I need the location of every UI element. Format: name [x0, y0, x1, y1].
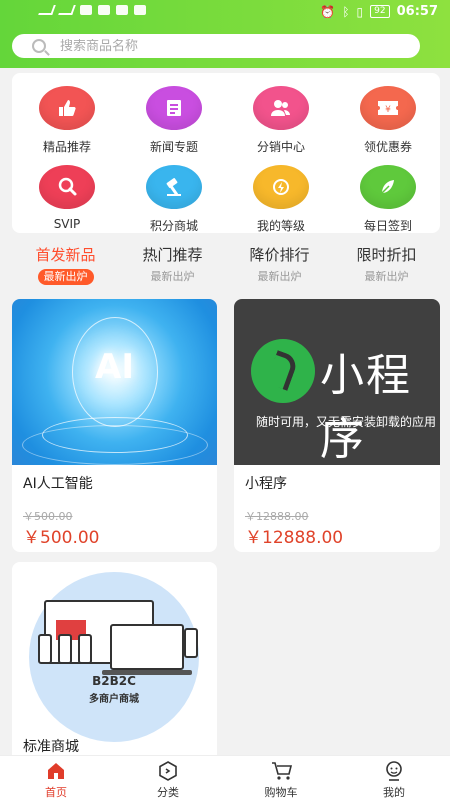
product-original-price: ￥500.00 — [23, 510, 73, 523]
tabbar-label: 首页 — [45, 786, 67, 799]
phone-graphic — [58, 634, 72, 664]
menu-label: 我的等级 — [256, 219, 305, 233]
sign-in-icon — [360, 165, 416, 209]
product-image: AI — [12, 299, 217, 465]
status-left — [38, 5, 146, 15]
tabbar-category[interactable]: 分类 — [112, 760, 224, 800]
menu-label: 领优惠券 — [363, 140, 412, 154]
image-title: 小程序 — [320, 350, 412, 465]
phone-graphic — [38, 634, 52, 664]
product-tabs: 首发新品 最新出炉 热门推荐 最新出炉 降价排行 最新出炉 限时折扣 最新出炉 — [12, 244, 440, 288]
menu-label: 精品推荐 — [42, 140, 91, 154]
tabbar-home[interactable]: 首页 — [0, 760, 112, 800]
tab-flash-discount[interactable]: 限时折扣 最新出炉 — [333, 244, 440, 285]
tabbar-label: 我的 — [383, 786, 405, 799]
category-icon — [157, 760, 179, 782]
status-right: ⏰ ᛒ ▯ 92 06:57 — [320, 4, 438, 19]
product-price: ￥12888.00 — [245, 528, 344, 548]
miniprogram-logo-icon — [251, 339, 315, 403]
menu-label: 新闻专题 — [149, 140, 198, 154]
tabbar-cart[interactable]: 购物车 — [225, 760, 337, 800]
users-icon — [253, 86, 309, 130]
image-text: AI — [95, 347, 134, 387]
menu-item-news[interactable]: 新闻专题 — [124, 86, 224, 155]
tab-subtitle: 最新出炉 — [364, 270, 409, 283]
product-original-price: ￥12888.00 — [245, 510, 309, 523]
signal-icon-2 — [58, 5, 76, 15]
tab-title: 热门推荐 — [142, 246, 203, 264]
product-price: ￥500.00 — [23, 528, 100, 548]
tabbar-profile[interactable]: 我的 — [338, 760, 450, 800]
search-input[interactable] — [60, 38, 380, 54]
cloud-notify-icon — [134, 5, 146, 15]
menu-item-featured[interactable]: 精品推荐 — [17, 86, 117, 155]
status-bar: ⏰ ᛒ ▯ 92 06:57 — [0, 0, 450, 26]
coupon-icon: ¥ — [360, 86, 416, 130]
tab-price-drop[interactable]: 降价排行 最新出炉 — [226, 244, 333, 285]
header: ⏰ ᛒ ▯ 92 06:57 — [0, 0, 450, 68]
signal-icon — [38, 5, 56, 15]
menu-label: 分销中心 — [256, 140, 305, 154]
level-icon — [253, 165, 309, 209]
image-title: B2B2C — [92, 674, 136, 688]
product-image: 小程序 随时可用，又无需安装卸载的应用 — [234, 299, 440, 465]
cart-icon — [270, 760, 293, 782]
tabbar-label: 购物车 — [264, 786, 298, 799]
menu-item-daily-sign-in[interactable]: 每日签到 — [338, 165, 438, 234]
menu-label: 每日签到 — [363, 219, 412, 233]
menu-label: SVIP — [53, 217, 81, 231]
laptop-graphic — [110, 624, 184, 670]
home-icon — [45, 760, 67, 782]
thumbs-up-icon — [39, 86, 95, 130]
menu-item-distribution[interactable]: 分销中心 — [231, 86, 331, 155]
tabbar-label: 分类 — [157, 786, 179, 799]
tab-subtitle-badge: 最新出炉 — [37, 269, 94, 285]
tab-new-products[interactable]: 首发新品 最新出炉 — [12, 244, 119, 285]
bottom-tab-bar: 首页 分类 购物车 我的 — [0, 755, 450, 800]
image-subtitle: 多商户商城 — [89, 694, 139, 705]
vibrate-icon: ▯ — [356, 4, 364, 19]
tab-title: 限时折扣 — [356, 246, 417, 264]
image-subtitle: 随时可用，又无需安装卸载的应用 — [256, 415, 437, 429]
app-notify-icon — [116, 5, 128, 15]
search-icon — [32, 39, 46, 53]
menu-item-my-level[interactable]: 我的等级 — [231, 165, 331, 234]
menu-item-points-mall[interactable]: 积分商城 — [124, 165, 224, 234]
product-name: 小程序 — [245, 476, 287, 492]
profile-icon — [383, 760, 405, 782]
product-card-miniprogram[interactable]: 小程序 随时可用，又无需安装卸载的应用 小程序 ￥12888.00 ￥12888… — [234, 299, 440, 552]
tab-subtitle: 最新出炉 — [150, 270, 195, 283]
clock: 06:57 — [396, 4, 438, 19]
bluetooth-icon: ᛒ — [342, 4, 350, 19]
alarm-icon: ⏰ — [320, 4, 336, 19]
svg-text:¥: ¥ — [385, 105, 391, 115]
ring-graphic — [42, 417, 188, 453]
phone-graphic — [184, 628, 198, 658]
battery-icon: 92 — [370, 5, 390, 18]
menu-item-svip[interactable]: SVIP — [17, 165, 117, 231]
wechat-notify-icon — [80, 5, 92, 15]
menu-grid: 精品推荐 新闻专题 分销中心 ¥ 领优惠券 SVIP 积分商城 我的等级 每日签… — [12, 73, 440, 233]
vip-icon — [39, 165, 95, 209]
tab-hot-recommend[interactable]: 热门推荐 最新出炉 — [119, 244, 226, 285]
product-card-standard-mall[interactable]: B2B2C 多商户商城 标准商城 — [12, 562, 217, 762]
product-image: B2B2C 多商户商城 — [12, 562, 217, 742]
tab-title: 降价排行 — [249, 246, 310, 264]
news-icon — [146, 86, 202, 130]
product-name: 标准商城 — [23, 739, 79, 755]
chat-notify-icon — [98, 5, 110, 15]
tab-subtitle: 最新出炉 — [257, 270, 302, 283]
menu-label: 积分商城 — [149, 219, 198, 233]
search-bar[interactable] — [12, 34, 420, 58]
hammer-icon — [146, 165, 202, 209]
product-card-ai[interactable]: AI AI人工智能 ￥500.00 ￥500.00 — [12, 299, 217, 552]
phone-graphic — [78, 634, 92, 664]
product-name: AI人工智能 — [23, 476, 93, 492]
menu-item-coupon[interactable]: ¥ 领优惠券 — [338, 86, 438, 155]
tab-title: 首发新品 — [35, 246, 96, 264]
